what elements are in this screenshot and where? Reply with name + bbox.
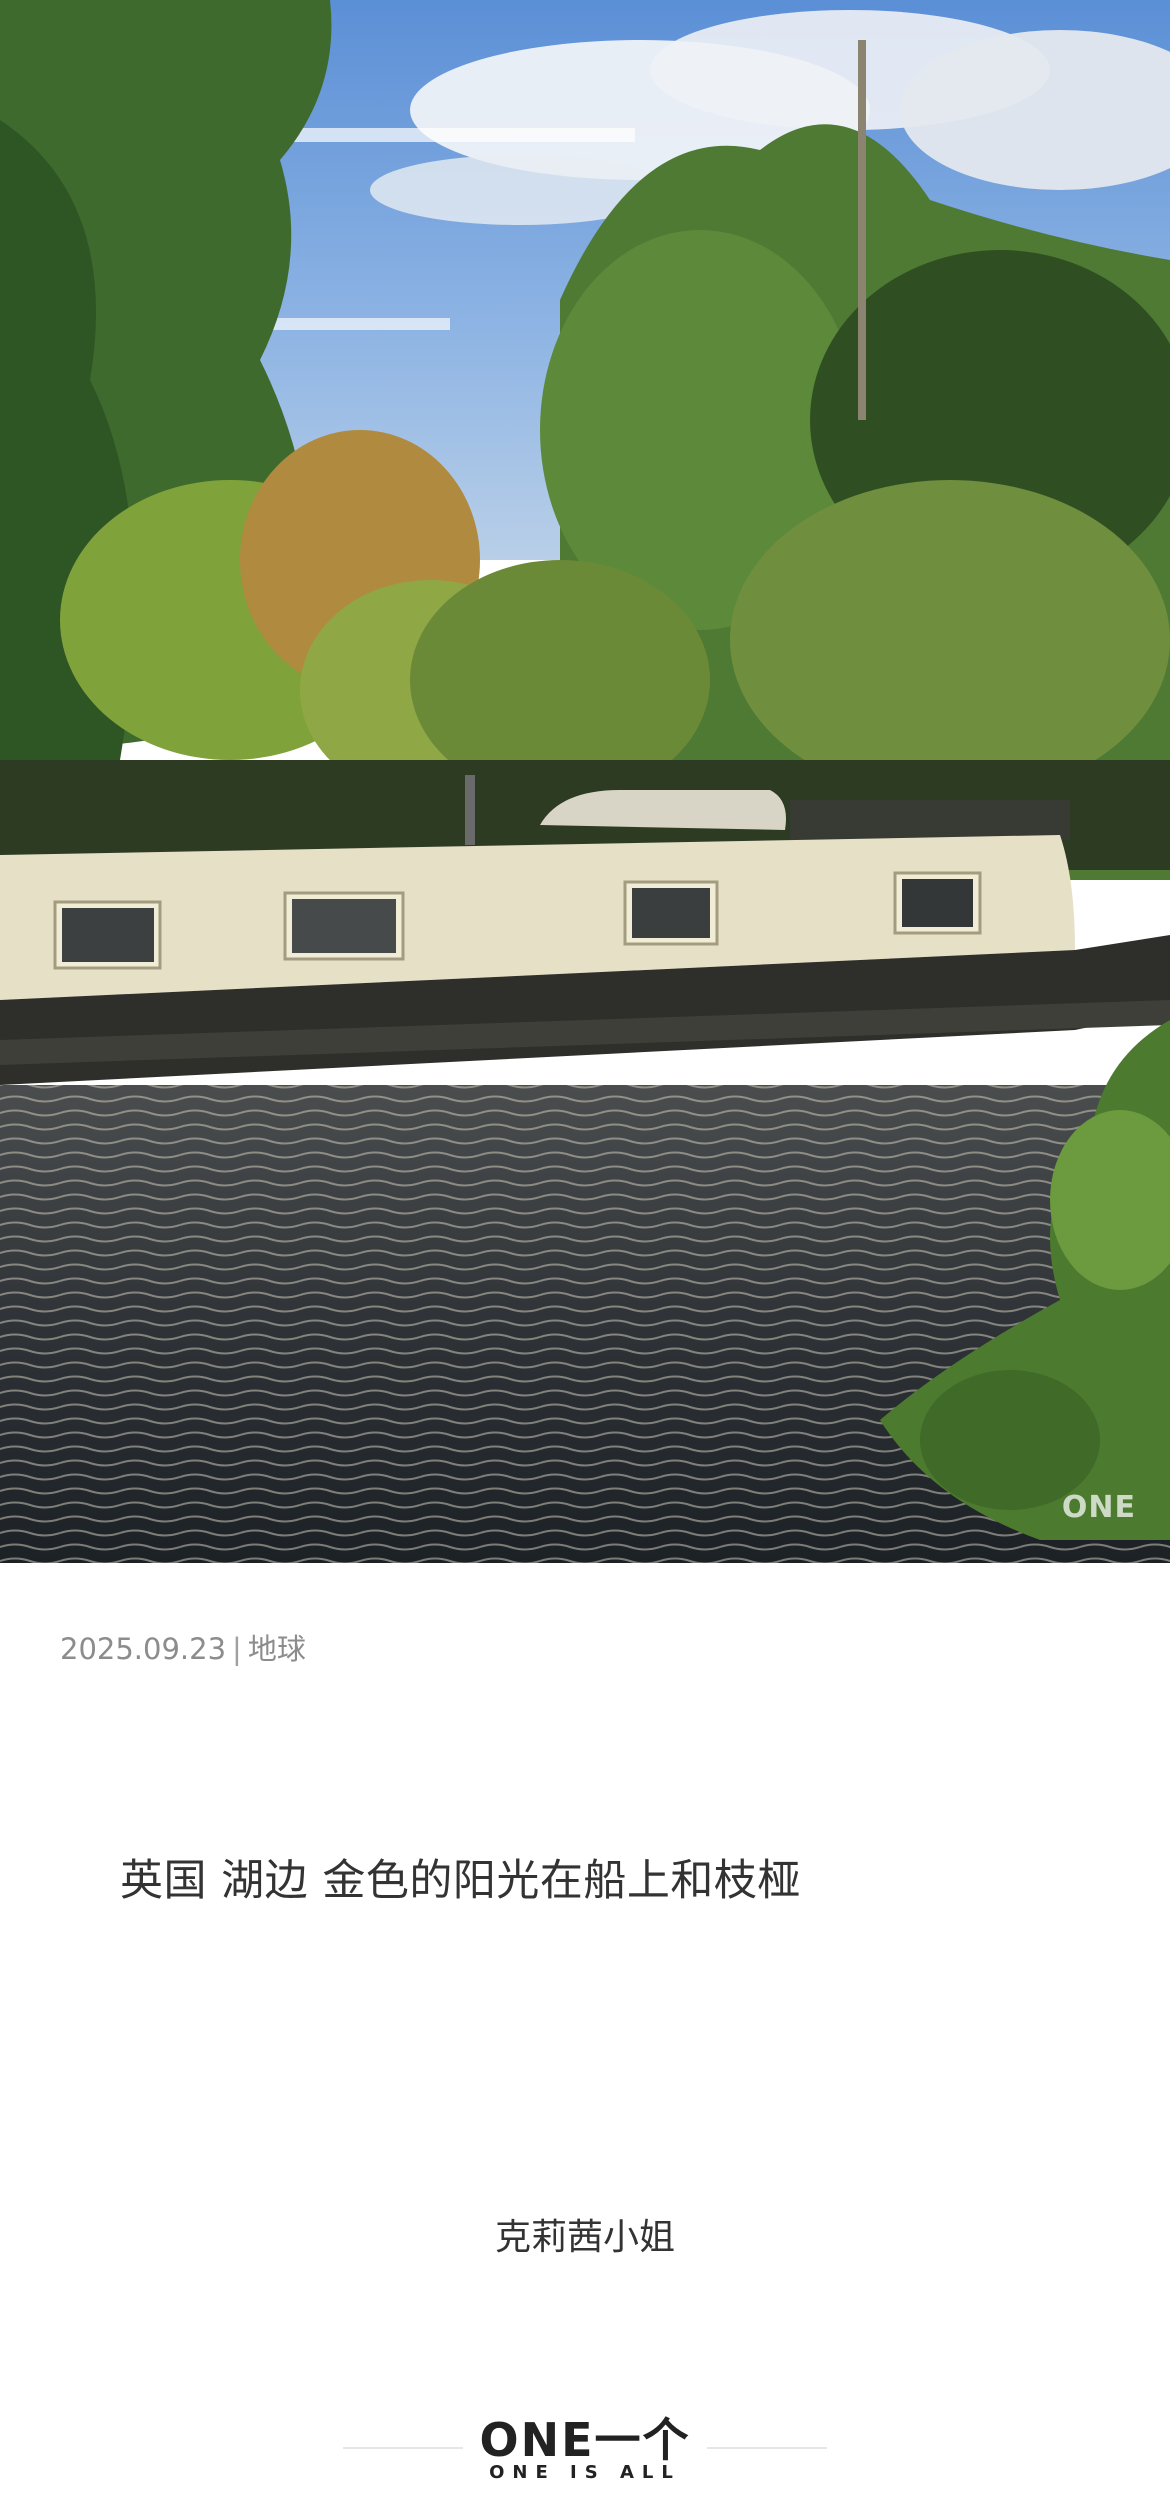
meta-separator: | [232, 1632, 242, 1666]
footer-logo: ONE一个 ONE IS ALL [0, 2390, 1170, 2490]
photo-watermark: ONE [1061, 1490, 1136, 1525]
brand-tagline: ONE IS ALL [489, 2462, 681, 2483]
author-name: 克莉茜小姐 [494, 2217, 675, 2258]
post-location: 地球 [247, 1632, 306, 1666]
brand-logo: ONE一个 [479, 2413, 691, 2467]
date-location: 2025.09.23 | 地球 [60, 1626, 306, 1668]
photo-caption: 英国 湖边 金色的阳光在船上和枝桠 [120, 1856, 801, 1906]
canal-boat-photo [0, 0, 1170, 1563]
post-date: 2025.09.23 [60, 1632, 227, 1666]
hero-photo: ONE [0, 0, 1170, 1563]
